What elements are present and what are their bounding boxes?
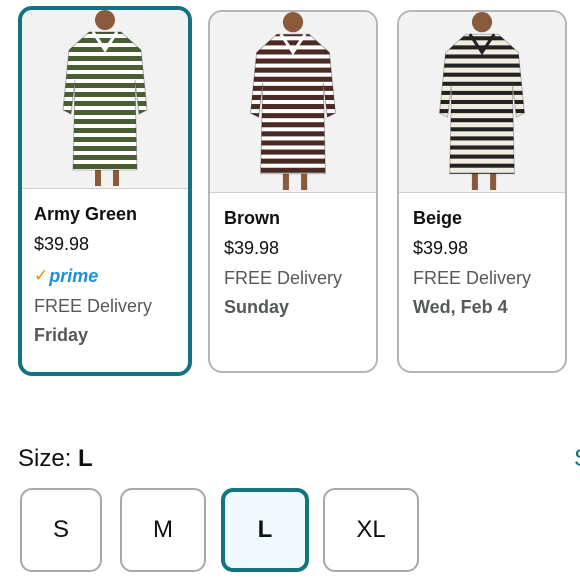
delivery-day: Friday: [34, 325, 89, 345]
size-value: L: [78, 445, 93, 472]
product-image: [22, 10, 188, 189]
size-option-m[interactable]: M: [120, 488, 206, 572]
delivery-text: FREE Delivery: [413, 268, 532, 288]
dress-image: [249, 12, 337, 190]
dress-image: [438, 12, 526, 190]
delivery-text: FREE Delivery: [224, 268, 343, 288]
see-all-link[interactable]: S: [574, 444, 580, 474]
prime-check-icon: ✓: [34, 266, 49, 285]
dress-image: [62, 10, 148, 186]
price: $39.98: [413, 238, 469, 258]
size-option-s[interactable]: S: [20, 488, 102, 572]
color-name: Beige: [413, 208, 463, 228]
color-name: Army Green: [34, 204, 138, 224]
price: $39.98: [224, 238, 280, 258]
color-option-brown[interactable]: Brown $39.98 FREE Delivery Sunday: [208, 10, 378, 373]
color-option-army-green[interactable]: Army Green $39.98 ✓ prime FREE Delivery …: [18, 6, 192, 376]
prime-badge: ✓ prime: [34, 265, 99, 286]
delivery-day: Sunday: [224, 297, 290, 317]
product-image: [210, 12, 376, 193]
delivery-text: FREE Delivery: [34, 296, 153, 316]
product-image: [399, 12, 565, 193]
delivery-day: Wed, Feb 4: [413, 297, 508, 317]
size-label: Size: L: [18, 445, 93, 472]
size-option-l[interactable]: L: [221, 488, 309, 572]
size-option-xl[interactable]: XL: [323, 488, 419, 572]
color-option-beige[interactable]: Beige $39.98 FREE Delivery Wed, Feb 4: [397, 10, 567, 373]
color-name: Brown: [224, 208, 280, 228]
price: $39.98: [34, 234, 90, 254]
